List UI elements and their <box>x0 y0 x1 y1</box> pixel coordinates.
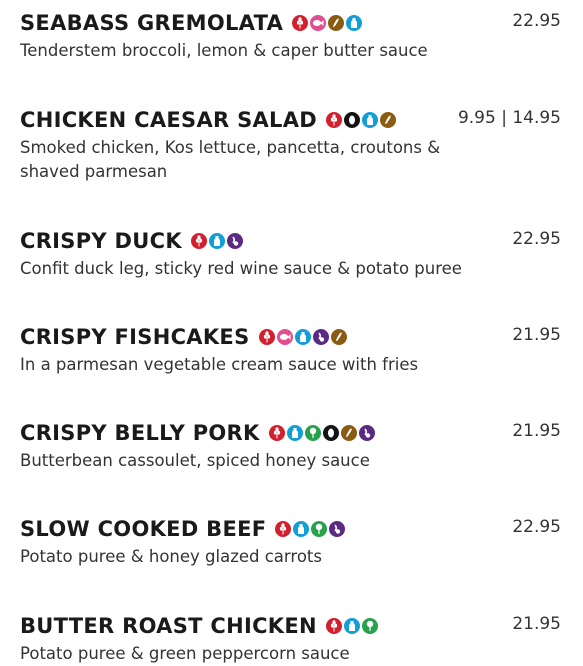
fish-icon <box>310 15 327 31</box>
sulphites-icon <box>226 233 243 249</box>
gluten-icon <box>190 233 207 249</box>
gluten-icon <box>275 521 292 537</box>
milk-icon <box>294 329 311 345</box>
allergen-icons <box>268 425 375 441</box>
gluten-icon <box>326 112 343 128</box>
item-name: BUTTER ROAST CHICKEN <box>20 614 317 638</box>
item-description: In a parmesan vegetable cream sauce with… <box>20 355 419 374</box>
gluten-icon <box>258 329 275 345</box>
item-price: 22.95 <box>512 229 561 249</box>
allergen-icons <box>325 618 378 634</box>
gluten-icon <box>292 15 309 31</box>
menu-item: CRISPY BELLY PORK 21.95 Butterbean casso… <box>20 418 563 473</box>
egg-icon <box>380 112 397 128</box>
menu-item: CRISPY DUCK 22.95 Confit duck leg, stick… <box>20 226 563 281</box>
item-name: CRISPY FISHCAKES <box>20 325 250 349</box>
menu-item: CRISPY FISHCAKES 21.95 In a parmesan veg… <box>20 322 563 377</box>
fish-icon <box>276 329 293 345</box>
item-description: Potato puree & green peppercorn sauce <box>20 644 350 663</box>
item-description: Confit duck leg, sticky red wine sauce &… <box>20 259 462 278</box>
menu-item: CHICKEN CAESAR SALAD 9.95 | 14.95 Smoked… <box>20 105 563 184</box>
item-name: SEABASS GREMOLATA <box>20 11 284 35</box>
egg-icon <box>340 425 357 441</box>
item-name: CRISPY DUCK <box>20 229 182 253</box>
milk-icon <box>208 233 225 249</box>
celery-icon <box>361 618 378 634</box>
allergen-icons <box>258 329 347 345</box>
item-price: 21.95 <box>512 421 561 441</box>
egg-icon <box>330 329 347 345</box>
allergen-icons <box>326 112 397 128</box>
sulphites-icon <box>312 329 329 345</box>
item-name: CRISPY BELLY PORK <box>20 421 260 445</box>
menu-item: SEABASS GREMOLATA 22.95 Tenderstem brocc… <box>20 8 563 63</box>
item-name: CHICKEN CAESAR SALAD <box>20 108 318 132</box>
celery-icon <box>311 521 328 537</box>
item-price: 22.95 <box>512 517 561 537</box>
item-name: SLOW COOKED BEEF <box>20 517 267 541</box>
gluten-icon <box>325 618 342 634</box>
celery-icon <box>304 425 321 441</box>
item-price: 9.95 | 14.95 <box>457 108 561 128</box>
milk-icon <box>346 15 363 31</box>
mustard-icon <box>322 425 339 441</box>
menu-item: BUTTER ROAST CHICKEN 21.95 Potato puree … <box>20 611 563 666</box>
menu-item: SLOW COOKED BEEF 22.95 Potato puree & ho… <box>20 514 563 569</box>
item-price: 21.95 <box>512 614 561 634</box>
mustard-icon <box>344 112 361 128</box>
allergen-icons <box>190 233 243 249</box>
item-price: 21.95 <box>512 325 561 345</box>
allergen-icons <box>275 521 346 537</box>
item-description: Potato puree & honey glazed carrots <box>20 547 322 566</box>
gluten-icon <box>268 425 285 441</box>
milk-icon <box>286 425 303 441</box>
milk-icon <box>293 521 310 537</box>
item-price: 22.95 <box>512 11 561 31</box>
item-description: Tenderstem broccoli, lemon & caper butte… <box>20 41 428 60</box>
egg-icon <box>328 15 345 31</box>
milk-icon <box>343 618 360 634</box>
milk-icon <box>362 112 379 128</box>
item-description: Smoked chicken, Kos lettuce, pancetta, c… <box>20 138 441 181</box>
sulphites-icon <box>329 521 346 537</box>
allergen-icons <box>292 15 363 31</box>
sulphites-icon <box>358 425 375 441</box>
item-description: Butterbean cassoulet, spiced honey sauce <box>20 451 370 470</box>
